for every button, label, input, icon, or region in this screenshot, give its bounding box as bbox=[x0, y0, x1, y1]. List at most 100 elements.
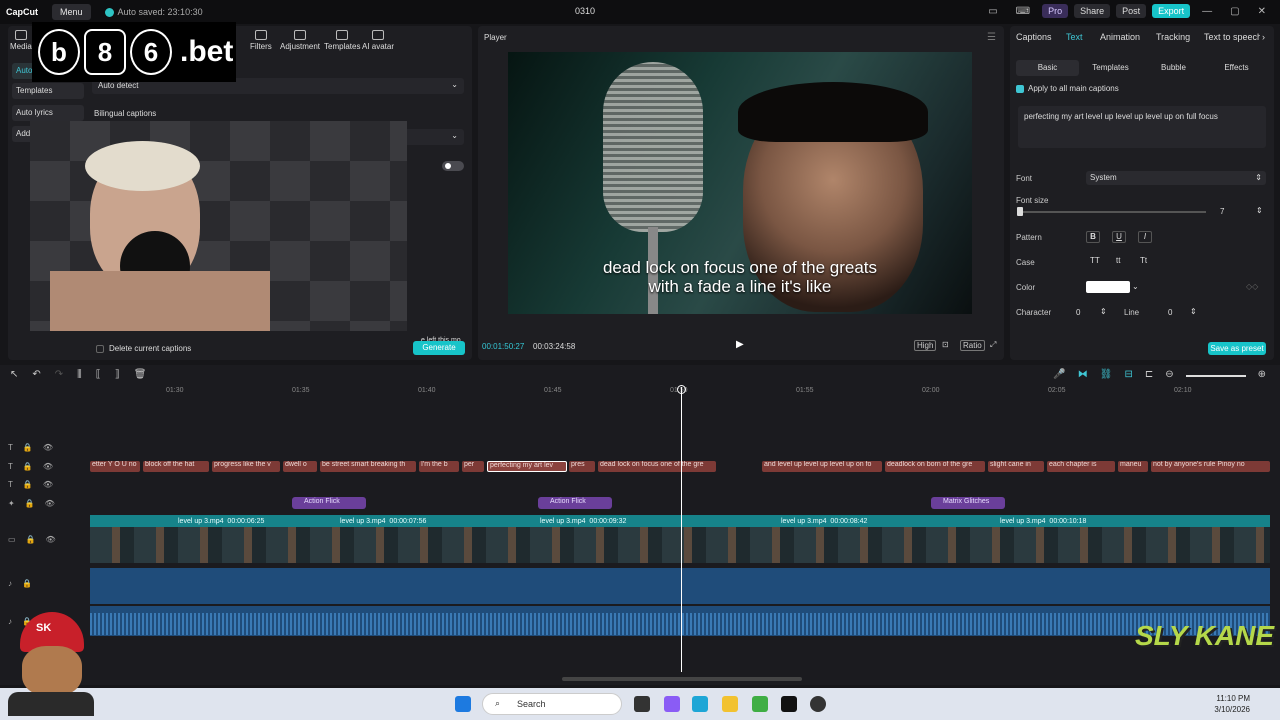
eye-icon[interactable]: 👁 bbox=[46, 535, 56, 544]
player-menu-icon[interactable]: ☰ bbox=[987, 32, 996, 43]
sidebar-item-templates[interactable]: Templates bbox=[12, 83, 84, 99]
caption-clip[interactable]: dwell o bbox=[283, 461, 317, 472]
redo-icon[interactable]: ↷ bbox=[55, 369, 63, 380]
edge-icon[interactable] bbox=[692, 696, 708, 712]
lock-icon[interactable]: 🔒 bbox=[23, 443, 33, 452]
copilot-icon[interactable] bbox=[664, 696, 680, 712]
chevron-down-icon[interactable]: ⌄ bbox=[1132, 282, 1139, 291]
subtitle-line-1[interactable]: dead lock on focus one of the greats bbox=[508, 258, 972, 278]
record-audio-icon[interactable]: 🎤 bbox=[1053, 369, 1065, 380]
capcut-taskbar-icon[interactable] bbox=[781, 696, 797, 712]
close-icon[interactable]: ✕ bbox=[1252, 6, 1272, 17]
caption-clip[interactable]: pres bbox=[569, 461, 595, 472]
font-size-slider-handle[interactable] bbox=[1017, 207, 1023, 216]
video-clip-label[interactable]: level up 3.mp4 00:00:08:42 bbox=[781, 518, 867, 525]
play-icon[interactable]: ▶ bbox=[736, 339, 744, 350]
caption-clip[interactable]: etter Y O U no bbox=[90, 461, 140, 472]
share-button[interactable]: Share bbox=[1074, 4, 1111, 18]
file-explorer-icon[interactable] bbox=[722, 696, 738, 712]
lock-icon[interactable]: 🔒 bbox=[26, 535, 36, 544]
tool-ai-avatar[interactable]: AI avatar bbox=[362, 28, 394, 51]
ratio-button[interactable]: Ratio bbox=[960, 340, 985, 351]
taskbar-search[interactable]: ⌕ Search bbox=[482, 693, 622, 715]
tool-filters[interactable]: Filters bbox=[250, 28, 272, 51]
linkage-icon[interactable]: ⛓ bbox=[1100, 369, 1113, 380]
shortcuts-icon[interactable]: ⌨ bbox=[1010, 6, 1036, 17]
preview-axis-icon[interactable]: ⊟ bbox=[1124, 369, 1132, 380]
delete-captions-row[interactable]: Delete current captions bbox=[96, 344, 191, 353]
tab-tracking[interactable]: Tracking bbox=[1156, 32, 1190, 42]
caption-clip[interactable]: dead lock on focus one of the gre bbox=[598, 461, 716, 472]
video-clip-label[interactable]: level up 3.mp4 00:00:10:18 bbox=[1000, 518, 1086, 525]
case-upper-button[interactable]: TT bbox=[1090, 256, 1100, 265]
font-size-value[interactable]: 7 bbox=[1220, 207, 1224, 216]
toggle-switch[interactable] bbox=[442, 161, 464, 171]
video-clip-label[interactable]: level up 3.mp4 00:00:09:32 bbox=[540, 518, 626, 525]
magnet-icon[interactable]: ⧓ bbox=[1078, 369, 1088, 380]
video-track[interactable] bbox=[90, 515, 1270, 563]
audio-track-1[interactable] bbox=[90, 568, 1270, 604]
undo-icon[interactable]: ↶ bbox=[32, 369, 40, 380]
zoom-slider[interactable] bbox=[1185, 375, 1246, 377]
italic-button[interactable]: I bbox=[1138, 231, 1152, 243]
playhead[interactable] bbox=[681, 387, 682, 672]
tab-captions[interactable]: Captions bbox=[1016, 32, 1052, 42]
case-title-button[interactable]: Tt bbox=[1140, 256, 1147, 265]
split-right-icon[interactable]: ⟧ bbox=[115, 369, 120, 380]
caption-clip[interactable]: and level up level up level up on fo bbox=[762, 461, 882, 472]
playhead-handle[interactable] bbox=[677, 385, 686, 394]
character-stepper[interactable]: ⇕ bbox=[1100, 307, 1107, 316]
caption-clip[interactable]: not by anyone's rule Pinoy no bbox=[1151, 461, 1270, 472]
snap-icon[interactable]: ⊏ bbox=[1145, 369, 1153, 380]
tab-text-to-speech[interactable]: Text to speech bbox=[1204, 32, 1260, 42]
eye-icon[interactable]: 👁 bbox=[43, 462, 53, 471]
delete-icon[interactable]: 🗑 bbox=[134, 369, 147, 380]
lock-icon[interactable]: 🔒 bbox=[25, 499, 35, 508]
split-left-icon[interactable]: ⟦ bbox=[96, 369, 101, 380]
caption-clip-selected[interactable]: perfecting my art lev bbox=[487, 461, 567, 472]
save-preset-button[interactable]: Save as preset bbox=[1208, 342, 1266, 355]
bold-button[interactable]: B bbox=[1086, 231, 1100, 243]
split-icon[interactable]: ⫼ bbox=[77, 369, 82, 380]
eye-icon[interactable]: 👁 bbox=[43, 480, 53, 489]
caption-text-field[interactable]: perfecting my art level up level up leve… bbox=[1018, 106, 1266, 148]
subtitle-line-2[interactable]: with a fade a line it's like bbox=[508, 277, 972, 297]
select-tool-icon[interactable]: ↖ bbox=[10, 369, 18, 380]
lock-icon[interactable]: 🔒 bbox=[23, 480, 33, 489]
lock-icon[interactable]: 🔒 bbox=[23, 462, 33, 471]
lock-icon[interactable]: 🔒 bbox=[22, 579, 32, 588]
video-clip-label[interactable]: level up 3.mp4 00:00:07:56 bbox=[340, 518, 426, 525]
subtab-bubble[interactable]: Bubble bbox=[1142, 60, 1205, 76]
apply-all-checkbox[interactable]: Apply to all main captions bbox=[1016, 84, 1119, 93]
timeline-scrollbar[interactable] bbox=[562, 677, 802, 681]
generate-button[interactable]: Generate bbox=[413, 341, 465, 355]
tabs-next-icon[interactable]: › bbox=[1262, 32, 1265, 42]
font-size-stepper[interactable]: ⇕ bbox=[1256, 206, 1263, 215]
caption-clip[interactable]: slight cane in bbox=[988, 461, 1044, 472]
effect-clip[interactable]: Matrix Glitches bbox=[931, 497, 1005, 509]
character-value[interactable]: 0 bbox=[1076, 308, 1080, 317]
caption-clip[interactable]: per bbox=[462, 461, 484, 472]
caption-clip[interactable]: maneu bbox=[1118, 461, 1148, 472]
task-view-icon[interactable] bbox=[634, 696, 650, 712]
plus-zoom-icon[interactable]: ⊕ bbox=[1258, 369, 1266, 380]
caption-clip[interactable]: progress like the v bbox=[212, 461, 280, 472]
pro-button[interactable]: Pro bbox=[1042, 4, 1069, 18]
tab-text[interactable]: Text bbox=[1066, 32, 1083, 42]
tool-media[interactable]: Media bbox=[10, 28, 32, 51]
utorrent-icon[interactable] bbox=[752, 696, 768, 712]
font-size-slider[interactable] bbox=[1018, 211, 1206, 213]
caption-clip[interactable]: I'm the b bbox=[419, 461, 459, 472]
underline-button[interactable]: U bbox=[1112, 231, 1126, 243]
quality-button[interactable]: High bbox=[914, 340, 937, 351]
tab-animation[interactable]: Animation bbox=[1100, 32, 1140, 42]
screenshot-icon[interactable]: ⊡ bbox=[940, 340, 951, 349]
subtab-effects[interactable]: Effects bbox=[1205, 60, 1268, 76]
color-picker[interactable] bbox=[1086, 281, 1130, 293]
caption-clip[interactable]: deadlock on born of the gre bbox=[885, 461, 985, 472]
subtab-basic[interactable]: Basic bbox=[1016, 60, 1079, 76]
keyframe-icon[interactable]: ◇◇ bbox=[1246, 282, 1258, 291]
caption-clip[interactable]: each chapter is bbox=[1047, 461, 1115, 472]
effect-clip[interactable]: Action Flick bbox=[292, 497, 366, 509]
eye-icon[interactable]: 👁 bbox=[45, 499, 55, 508]
